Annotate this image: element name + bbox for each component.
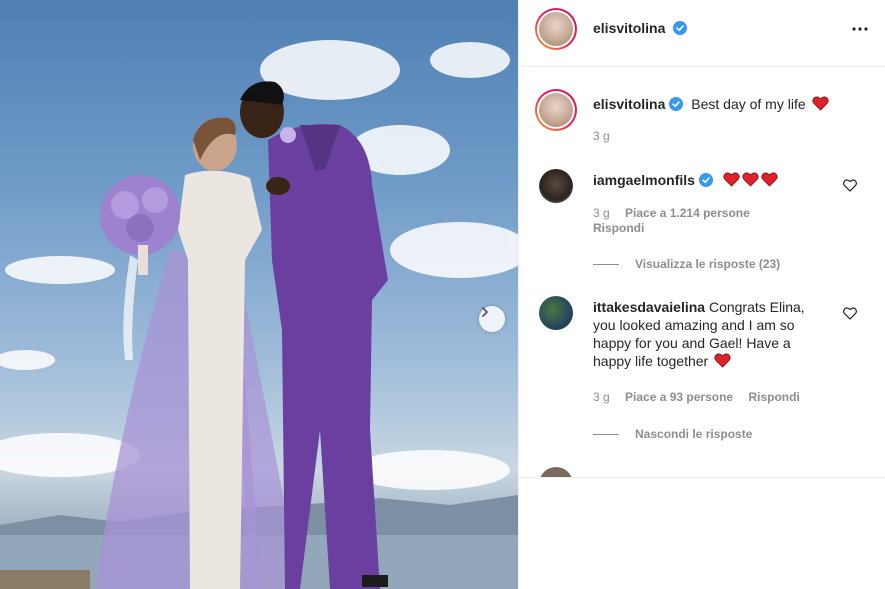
caption: elisvitolina Best day of my life	[593, 95, 863, 113]
chevron-right-icon	[482, 307, 488, 317]
post-header: elisvitolina	[519, 0, 885, 67]
caption-timestamp[interactable]: 3 g	[593, 129, 610, 143]
caption-text: Best day of my life	[691, 96, 806, 112]
comment-timestamp[interactable]: 3 g	[593, 390, 610, 404]
next-comment-peek	[519, 465, 885, 477]
verified-badge-icon	[673, 21, 688, 35]
red-heart-emoji	[742, 172, 759, 187]
comment-username[interactable]: ittakesdavaielina	[593, 299, 705, 315]
comments-divider	[519, 477, 885, 478]
verified-badge-icon	[698, 173, 713, 187]
view-replies-toggle[interactable]: Visualizza le risposte (23)	[593, 257, 780, 271]
verified-badge-icon	[669, 97, 684, 111]
hide-replies-toggle[interactable]: Nascondi le risposte	[593, 427, 752, 441]
wedding-photo-illustration	[0, 40, 518, 589]
heart-outline-icon[interactable]	[843, 307, 857, 320]
red-heart-emoji	[811, 96, 829, 111]
red-heart-emoji	[714, 353, 731, 368]
comment-likes[interactable]: Piace a 1.214 persone	[625, 206, 750, 220]
reply-button[interactable]: Rispondi	[748, 390, 799, 404]
comment-meta: 3 g Piace a 93 persone Rispondi	[593, 390, 853, 404]
author-avatar[interactable]	[535, 8, 577, 50]
hide-replies-label: Nascondi le risposte	[635, 427, 753, 441]
comment-hearts	[721, 172, 778, 188]
caption-username[interactable]: elisvitolina	[593, 96, 665, 112]
heart-outline-icon[interactable]	[843, 179, 857, 192]
next-photo-button[interactable]	[479, 306, 505, 332]
reply-button[interactable]: Rispondi	[593, 221, 644, 235]
view-replies-label: Visualizza le risposte (23)	[635, 257, 781, 271]
comment: iamgaelmonfils	[593, 171, 778, 189]
caption-author-avatar[interactable]	[535, 89, 577, 131]
comment-timestamp[interactable]: 3 g	[593, 206, 610, 220]
more-options-icon[interactable]	[851, 20, 869, 38]
comment-likes[interactable]: Piace a 93 persone	[625, 390, 733, 404]
comment-meta: 3 g Piace a 1.214 persone Rispondi	[593, 206, 793, 236]
commenter-avatar[interactable]	[539, 467, 573, 477]
post-side-panel: elisvitolina elisvitolina Best day of my…	[518, 0, 885, 589]
commenter-avatar[interactable]	[539, 296, 573, 330]
comment-username[interactable]: iamgaelmonfils	[593, 172, 695, 188]
red-heart-emoji	[761, 172, 778, 187]
comment: ittakesdavaielina Congrats Elina, you lo…	[593, 298, 828, 370]
author-username[interactable]: elisvitolina	[593, 20, 665, 36]
red-heart-emoji	[723, 172, 740, 187]
post-photo[interactable]	[0, 0, 518, 589]
commenter-avatar[interactable]	[539, 169, 573, 203]
